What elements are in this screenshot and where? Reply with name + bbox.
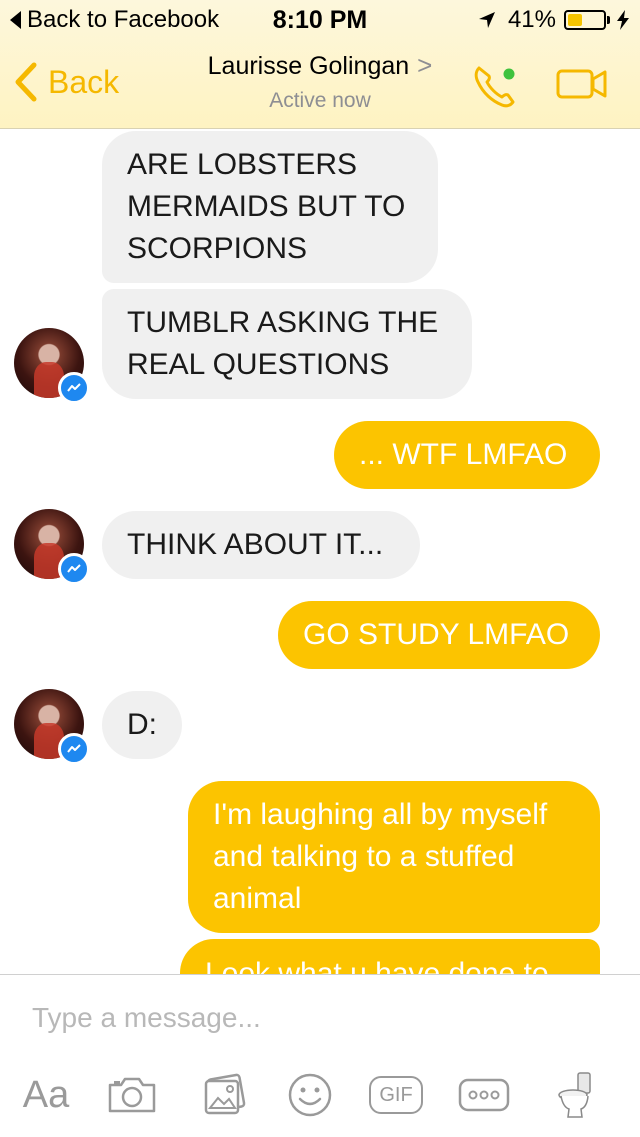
message-text: THINK ABOUT IT... (127, 528, 384, 561)
voice-call-button[interactable] (470, 62, 524, 115)
battery-icon (564, 10, 606, 30)
battery-level (568, 14, 582, 26)
message-text: D: (127, 708, 157, 741)
gallery-button[interactable] (196, 1067, 252, 1123)
message-bubble-incoming[interactable]: TUMBLR ASKING THE REAL QUESTIONS (102, 289, 472, 399)
photo-gallery-icon (204, 1073, 246, 1115)
sticker-button[interactable] (548, 1067, 604, 1123)
message-bubble-incoming[interactable]: ARE LOBSTERS MERMAIDS BUT TO SCORPIONS (102, 131, 438, 283)
message-list[interactable]: ARE LOBSTERS MERMAIDS BUT TO SCORPIONS T… (0, 129, 640, 974)
message-bubble-outgoing[interactable]: ... WTF LMFAO (334, 421, 600, 489)
location-arrow-icon (478, 12, 495, 28)
composer: Aa (0, 974, 640, 1137)
contact-avatar[interactable] (14, 509, 90, 585)
back-button[interactable]: Back (14, 62, 119, 102)
contact-status: Active now (269, 89, 371, 112)
messenger-badge-icon (58, 372, 90, 404)
message-bubble-outgoing[interactable]: GO STUDY LMFAO (278, 601, 600, 669)
message-text: I'm laughing all by myself and talking t… (213, 798, 548, 915)
video-camera-icon (556, 69, 607, 99)
message-text: ARE LOBSTERS MERMAIDS BUT TO SCORPIONS (127, 148, 406, 265)
battery-tip (607, 16, 610, 24)
messenger-badge-icon (58, 733, 90, 765)
message-bubble-incoming[interactable]: D: (102, 691, 182, 759)
battery-percent: 41% (507, 6, 556, 33)
contact-chevron-icon: > (417, 50, 433, 80)
chat-header: Back to Facebook 8:10 PM 41% Back Lauris… (0, 0, 640, 129)
message-text: TUMBLR ASKING THE REAL QUESTIONS (127, 306, 439, 381)
contact-avatar[interactable] (14, 689, 90, 765)
message-bubble-incoming[interactable]: THINK ABOUT IT... (102, 511, 420, 579)
chevron-left-icon (15, 62, 37, 102)
messenger-badge-icon (58, 553, 90, 585)
message-bubble-outgoing[interactable]: Look what u have done to (180, 939, 600, 974)
contact-avatar[interactable] (14, 328, 90, 404)
contact-name: Laurisse Golingan (207, 52, 410, 80)
text-format-label: Aa (22, 1073, 70, 1116)
gif-label: GIF (379, 1083, 413, 1106)
gif-icon: GIF (369, 1076, 423, 1114)
message-input[interactable] (20, 993, 640, 1043)
message-text: GO STUDY LMFAO (303, 618, 570, 651)
composer-toolbar: Aa GIF (0, 1067, 640, 1127)
contact-info[interactable]: Laurisse Golingan > Active now (150, 50, 490, 113)
text-format-button[interactable]: Aa (18, 1067, 74, 1123)
back-label: Back (48, 63, 120, 100)
status-right: 41% (478, 6, 630, 34)
status-bar: Back to Facebook 8:10 PM 41% (0, 0, 640, 40)
camera-button[interactable] (104, 1067, 160, 1123)
camera-icon (108, 1077, 156, 1113)
gif-button[interactable]: GIF (368, 1067, 424, 1123)
more-button[interactable] (456, 1067, 512, 1123)
message-bubble-outgoing[interactable]: I'm laughing all by myself and talking t… (188, 781, 600, 933)
charging-bolt-icon (617, 10, 629, 30)
message-text: Look what u have done to (205, 957, 549, 974)
video-call-button[interactable] (555, 66, 609, 107)
phone-icon (474, 66, 515, 108)
toilet-sticker-icon (558, 1072, 591, 1118)
message-text: ... WTF LMFAO (359, 438, 568, 471)
emoji-button[interactable] (282, 1067, 338, 1123)
more-icon (458, 1078, 510, 1112)
emoji-icon (288, 1073, 332, 1117)
